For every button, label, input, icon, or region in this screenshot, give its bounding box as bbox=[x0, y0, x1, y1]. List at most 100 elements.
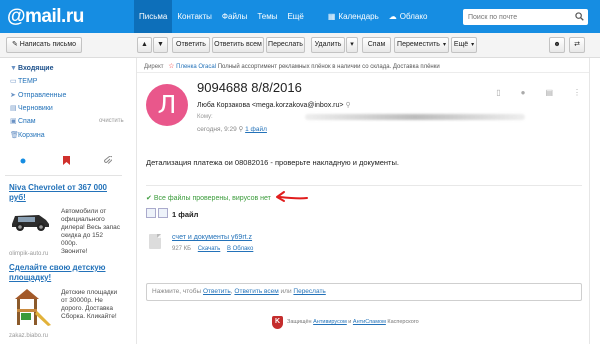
theme-button[interactable]: ☻ bbox=[549, 37, 565, 53]
mask-icon: ☻ bbox=[553, 41, 561, 48]
sidebar-item-temp[interactable]: ▭TEMP bbox=[10, 77, 37, 85]
more-icon[interactable]: ⋮ bbox=[573, 88, 581, 97]
chevron-down-icon: ▾ bbox=[350, 41, 354, 48]
nav-cloud[interactable]: ☁ Облако bbox=[384, 0, 433, 33]
antivirus-link[interactable]: Антивирусом bbox=[313, 319, 347, 325]
top-bar: @mail.ru Письма Контакты Файлы Темы Ещё … bbox=[0, 0, 600, 33]
sidebar-item-label: Входящие bbox=[18, 65, 54, 72]
ad-link[interactable]: Пленка Oracal bbox=[176, 64, 216, 70]
download-link[interactable]: Скачать bbox=[198, 246, 221, 252]
layout-icon: ⇄ bbox=[574, 41, 580, 48]
reply-prompt: Нажмите, чтобы bbox=[152, 288, 203, 295]
nav-more[interactable]: Ещё bbox=[282, 0, 308, 33]
ad-block-playground[interactable]: Сделайте свою детскую площадку! Детские … bbox=[9, 263, 121, 343]
nav-letters[interactable]: Письма bbox=[134, 0, 173, 33]
forward-button[interactable]: Переслать bbox=[266, 37, 305, 53]
arrow-down-icon: ▼ bbox=[157, 41, 164, 48]
sidebar-item-label: Корзина bbox=[18, 132, 45, 139]
attachment-name[interactable]: счет и документы у69rt.z bbox=[172, 234, 252, 241]
antispam-link[interactable]: АнтиСпамом bbox=[353, 319, 386, 325]
prev-message-button[interactable]: ▲ bbox=[137, 37, 152, 53]
files-count: 1 файл bbox=[172, 210, 199, 219]
nav-topics[interactable]: Темы bbox=[252, 0, 282, 33]
search-box[interactable] bbox=[463, 9, 588, 25]
ad-title[interactable]: Niva Chevrolet от 367 000 руб! bbox=[9, 183, 121, 203]
sidebar-item-spam[interactable]: ▣Спам bbox=[10, 117, 36, 125]
delete-menu-button[interactable]: ▾ bbox=[346, 37, 358, 53]
spam-button[interactable]: Спам bbox=[362, 37, 391, 53]
file-icon[interactable] bbox=[149, 234, 161, 249]
reply-all-link[interactable]: Ответить всем bbox=[234, 288, 278, 295]
inbox-icon: ▼ bbox=[10, 65, 17, 72]
sidebar-item-inbox[interactable]: ▼Входящие bbox=[10, 65, 54, 72]
list-view-icon[interactable] bbox=[158, 208, 168, 218]
nav-contacts[interactable]: Контакты bbox=[172, 0, 217, 33]
ad-line: дорого. Доставка bbox=[61, 305, 114, 312]
move-label: Переместить bbox=[397, 41, 440, 48]
avatar[interactable]: Л bbox=[146, 84, 188, 126]
nav-calendar[interactable]: ▦ Календарь bbox=[323, 0, 384, 33]
ad-description: Полный ассортимент рекламных плёнок в на… bbox=[217, 64, 440, 70]
mailru-logo[interactable]: @mail.ru bbox=[7, 6, 84, 28]
delete-button[interactable]: Удалить bbox=[311, 37, 345, 53]
attachments-link[interactable]: 1 файл bbox=[245, 126, 267, 133]
message-view: Директ ☆ Пленка Oracal Полный ассортимен… bbox=[136, 58, 590, 344]
red-arrow-annotation bbox=[276, 191, 308, 202]
ad-title[interactable]: Сделайте свою детскую площадку! bbox=[9, 263, 121, 283]
clean-spam-link[interactable]: очистить bbox=[99, 118, 124, 124]
ad-url[interactable]: olimpik-auto.ru bbox=[9, 251, 48, 257]
search-input[interactable] bbox=[463, 9, 571, 25]
next-message-button[interactable]: ▼ bbox=[153, 37, 168, 53]
sender-text: Люба Корзакова <mega.korzakova@inbox.ru> bbox=[197, 102, 344, 109]
date-text: сегодня, 9:29 bbox=[197, 126, 237, 133]
reply-all-button[interactable]: Ответить всем bbox=[212, 37, 264, 53]
nav-files[interactable]: Файлы bbox=[217, 0, 252, 33]
flag-filter-icon[interactable] bbox=[63, 156, 70, 165]
message-body: Детализация платежа ои 08082016 - провер… bbox=[146, 158, 399, 167]
search-icon[interactable] bbox=[575, 12, 584, 21]
reply-link[interactable]: Ответить bbox=[203, 288, 231, 295]
ad-line: скидка до 152 000р. bbox=[61, 232, 103, 247]
unread-filter-icon[interactable] bbox=[20, 158, 26, 164]
attachment-size: 927 КБ bbox=[172, 246, 192, 252]
folder-icon: ▭ bbox=[10, 78, 17, 85]
search-icon[interactable]: ⚲ bbox=[345, 102, 350, 109]
reply-or: или bbox=[278, 288, 294, 295]
layout-button[interactable]: ⇄ bbox=[569, 37, 585, 53]
unread-dot-icon[interactable]: ● bbox=[521, 88, 526, 97]
sidebar-item-label: TEMP bbox=[18, 78, 38, 85]
ad-url[interactable]: zakaz.biabo.ru bbox=[9, 333, 48, 339]
cloud-icon: ☁ bbox=[388, 12, 397, 21]
print-icon[interactable]: ▤ bbox=[545, 88, 553, 97]
sidebar: ▼Входящие ▭TEMP ➤ Отправленные ▤Черновики… bbox=[0, 58, 126, 344]
message-sender[interactable]: Люба Корзакова <mega.korzakova@inbox.ru>… bbox=[197, 101, 351, 109]
reply-button[interactable]: Ответить bbox=[172, 37, 210, 53]
sidebar-item-label: Черновики bbox=[18, 105, 53, 112]
forward-link[interactable]: Переслать bbox=[293, 288, 325, 295]
message-date: сегодня, 9:29 ⚲ 1 файл bbox=[197, 125, 267, 133]
ad-text: Автомобили от официального дилера! Весь … bbox=[61, 208, 121, 256]
car-image[interactable] bbox=[9, 210, 51, 232]
quick-reply-box[interactable]: Нажмите, чтобы Ответить, Ответить всем и… bbox=[146, 283, 582, 301]
attachment-filter-icon[interactable] bbox=[104, 156, 112, 165]
footer-prefix: Защищён bbox=[287, 319, 314, 325]
save-to-cloud-link[interactable]: В Облако bbox=[227, 246, 253, 252]
footer-suffix: Касперского bbox=[385, 319, 419, 325]
attachment-meta: 927 КБ Скачать В Облако bbox=[172, 246, 253, 252]
ad-line: официального bbox=[61, 216, 105, 223]
sidebar-item-label: Спам bbox=[18, 118, 36, 125]
chevron-down-icon: ▾ bbox=[442, 42, 446, 48]
grid-view-icon[interactable] bbox=[146, 208, 156, 218]
sidebar-item-drafts[interactable]: ▤Черновики bbox=[10, 104, 53, 112]
move-button[interactable]: Переместить ▾ bbox=[394, 37, 449, 53]
direct-ad-line[interactable]: Директ ☆ Пленка Oracal Полный ассортимен… bbox=[144, 62, 440, 70]
playground-image[interactable] bbox=[9, 285, 53, 327]
sidebar-item-trash[interactable]: 🗑Корзина bbox=[10, 131, 45, 139]
ad-block-niva[interactable]: Niva Chevrolet от 367 000 руб! Автомобил… bbox=[9, 183, 121, 258]
sidebar-item-sent[interactable]: ➤ Отправленные bbox=[10, 91, 66, 99]
compose-button[interactable]: ✎ Написать письмо bbox=[6, 37, 82, 53]
flag-icon[interactable]: ▯ bbox=[496, 88, 500, 97]
nav-calendar-label: Календарь bbox=[338, 12, 379, 21]
nav-cloud-label: Облако bbox=[399, 12, 428, 21]
more-button[interactable]: Ещё ▾ bbox=[451, 37, 477, 53]
